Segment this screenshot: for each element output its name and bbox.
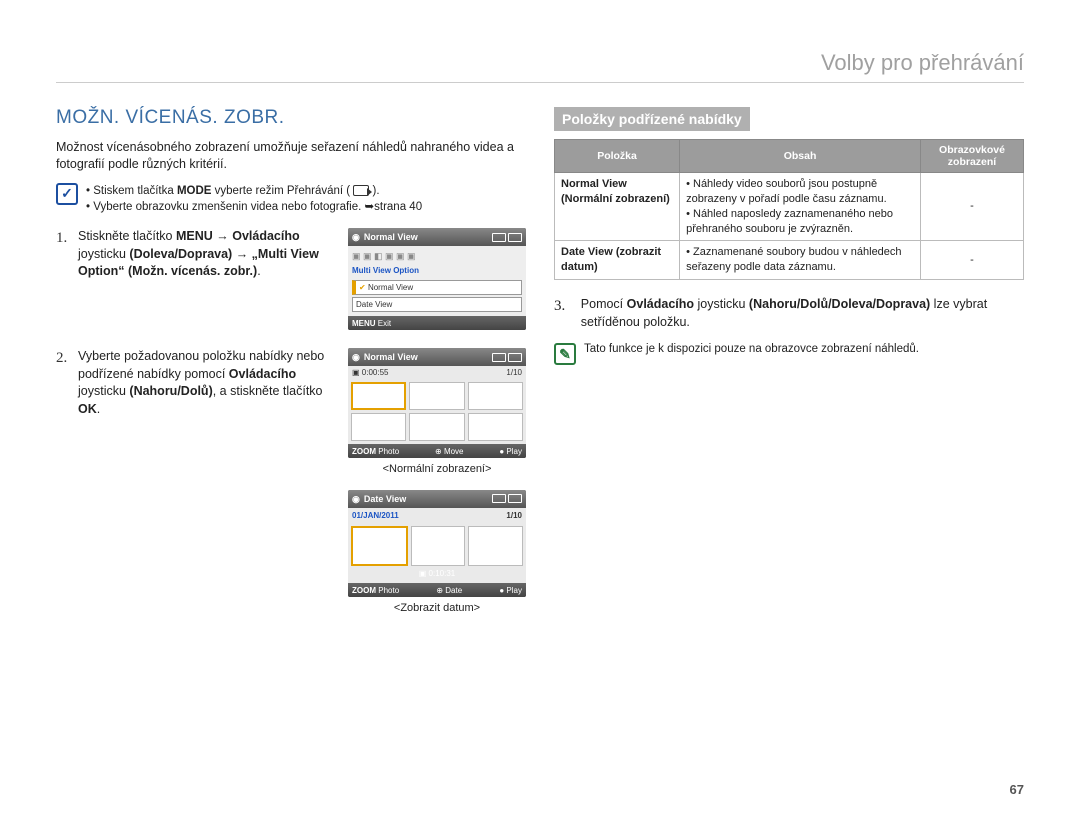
footnote-text: Tato funkce je k dispozici pouze na obra…: [584, 343, 919, 355]
table-row: Normal View (Normální zobrazení) Náhledy…: [555, 173, 1024, 241]
check-icon: ✓: [56, 183, 78, 205]
table-row: Date View (zobrazit datum) Zaznamenané s…: [555, 241, 1024, 280]
submenu-heading: Položky podřízené nabídky: [554, 107, 750, 131]
th-content: Obsah: [680, 140, 921, 173]
prereq-list: Stiskem tlačítka MODE vyberte režim Přeh…: [86, 183, 422, 216]
playback-mode-icon: [353, 185, 369, 196]
chapter-title: Volby pro přehrávání: [56, 50, 1024, 83]
intro-text: Možnost vícenásobného zobrazení umožňuje…: [56, 139, 526, 173]
lcd-date-view-preview: ◉Date View 01/JAN/20111/10 ▣ 0:10:31 ZOO…: [348, 490, 526, 597]
step-2-text: Vyberte požadovanou položku nabídky nebo…: [78, 348, 338, 418]
section-title: MOŽN. VÍCENÁS. ZOBR.: [56, 107, 526, 129]
lcd-normal-view-preview: ◉Normal View ▣ 0:00:551/10 ZOOM Photo: [348, 348, 526, 458]
step-1-text: Stiskněte tlačítko MENU → Ovládacího joy…: [78, 228, 338, 281]
lcd-menu-preview: ◉Normal View ▣ ▣ ◧ ▣ ▣ ▣ Multi View Opti…: [348, 228, 526, 330]
th-item: Položka: [555, 140, 680, 173]
info-icon: ✎: [554, 343, 576, 365]
lcd2-caption: <Normální zobrazení>: [348, 462, 526, 477]
step-3-text: 3. Pomocí Ovládacího joysticku (Nahoru/D…: [554, 296, 1024, 331]
lcd3-caption: <Zobrazit datum>: [348, 601, 526, 616]
th-display: Obrazovkové zobrazení: [921, 140, 1024, 173]
page-number: 67: [1010, 782, 1024, 797]
submenu-table: Položka Obsah Obrazovkové zobrazení Norm…: [554, 139, 1024, 280]
